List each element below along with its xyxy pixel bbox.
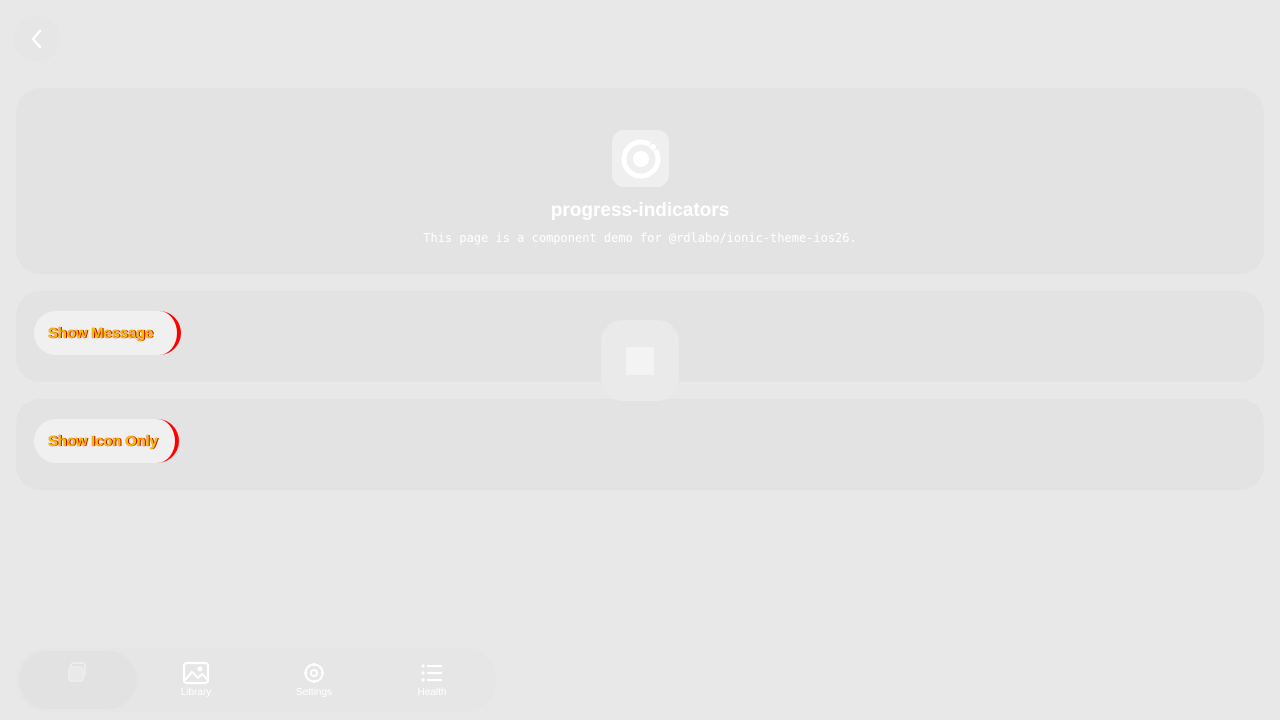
- show-message-button[interactable]: Show Message: [34, 311, 181, 355]
- tab-label: Library: [180, 687, 212, 698]
- header-card: progress-indicators This page is a compo…: [16, 88, 1264, 274]
- tab-label: Settings: [295, 687, 333, 698]
- tab-settings[interactable]: Settings: [255, 650, 373, 710]
- ionic-logo-icon: [612, 130, 669, 187]
- tab-library[interactable]: Library: [137, 650, 255, 710]
- page-subtitle: This page is a component demo for @rdlab…: [423, 231, 857, 245]
- images-icon: [182, 661, 210, 685]
- gear-icon: [302, 661, 326, 685]
- tab-stack[interactable]: [19, 651, 137, 709]
- show-icon-only-card: Show Icon Only: [16, 399, 1264, 490]
- loading-square: [626, 346, 654, 375]
- tab-bar: Library Settings Health: [16, 648, 496, 712]
- page-title: progress-indicators: [550, 200, 730, 221]
- tab-label: Health: [417, 687, 447, 698]
- page: progress-indicators This page is a compo…: [0, 0, 1280, 720]
- list-icon: [420, 661, 444, 685]
- loading-indicator: [601, 320, 679, 401]
- tab-health[interactable]: Health: [373, 650, 491, 710]
- stack-icon: [65, 661, 91, 685]
- back-button[interactable]: [14, 16, 60, 62]
- show-icon-only-button[interactable]: Show Icon Only: [34, 419, 179, 463]
- chevron-left-icon: [31, 29, 42, 49]
